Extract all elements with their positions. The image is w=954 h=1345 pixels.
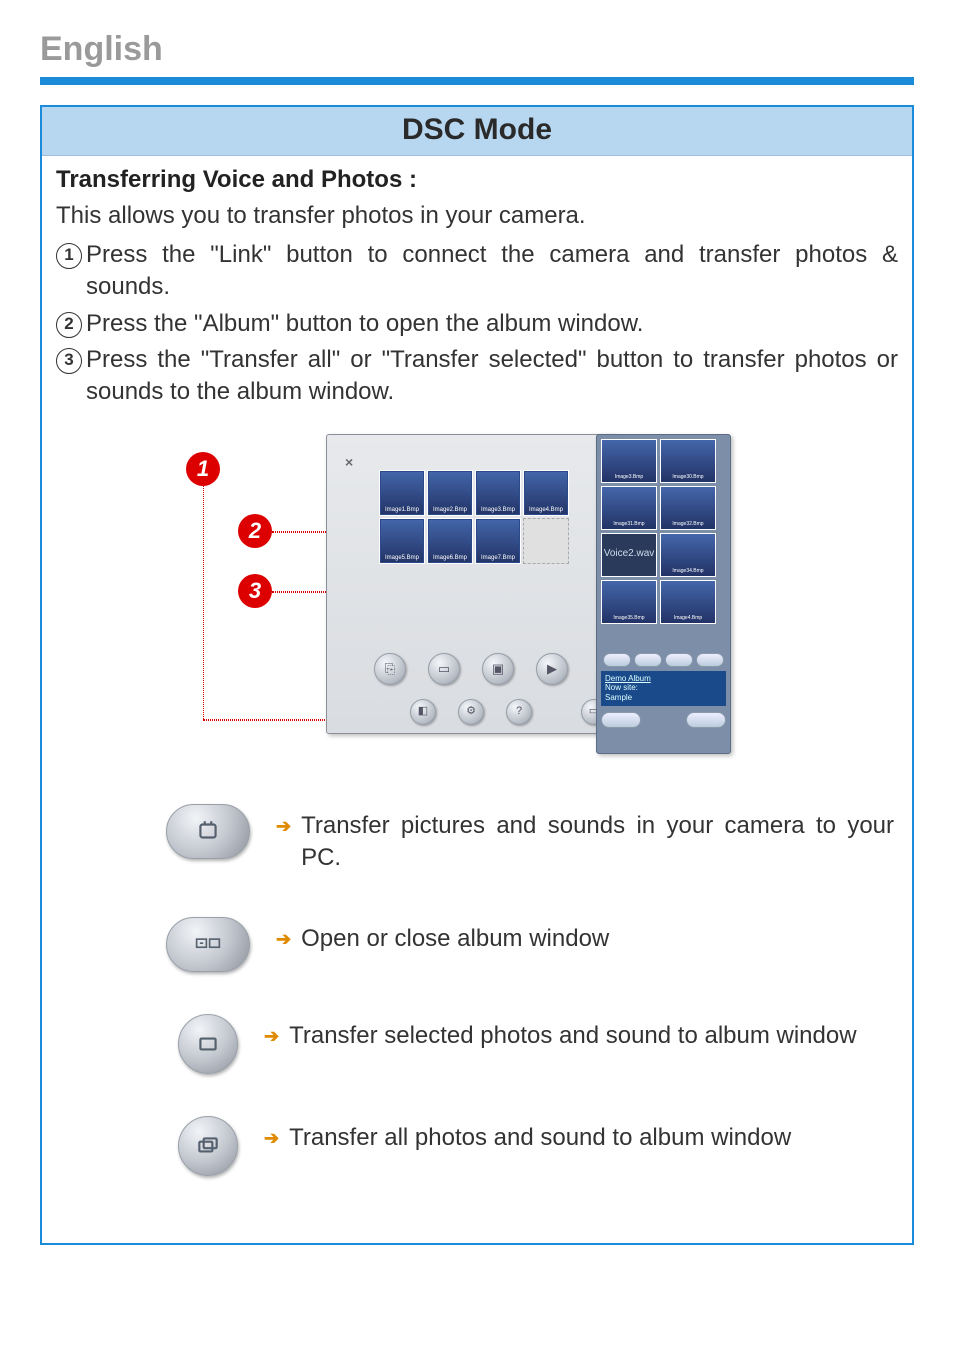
- panel-body: Transferring Voice and Photos : This all…: [42, 156, 912, 1206]
- step-1: 1 Press the "Link" button to connect the…: [56, 239, 898, 304]
- play-button[interactable]: ▶: [536, 653, 568, 685]
- album-pill-button[interactable]: [696, 653, 724, 667]
- legend-row-album: ➔ Open or close album window: [56, 917, 898, 972]
- transfer-all-glyph: [195, 1133, 221, 1159]
- intro-text: This allows you to transfer photos in yo…: [56, 200, 898, 232]
- panel-title: DSC Mode: [42, 107, 912, 156]
- thumbnail[interactable]: Image4.Bmp: [523, 470, 569, 516]
- album-oval-button[interactable]: [686, 712, 726, 728]
- legend-row-link: ➔ Transfer pictures and sounds in your c…: [56, 804, 898, 875]
- thumbnails-window: × Image1.Bmp Image2.Bmp Image3.Bmp Image…: [326, 434, 616, 734]
- album-thumbnail[interactable]: Image32.Bmp: [660, 486, 716, 530]
- control-row-bottom: ◧ ⚙ ? ▭: [327, 699, 615, 725]
- nav-button[interactable]: ◧: [410, 699, 436, 725]
- step-2: 2 Press the "Album" button to open the a…: [56, 308, 898, 340]
- thumbnail[interactable]: Image7.Bmp: [475, 518, 521, 564]
- thumbnail-empty: [523, 518, 569, 564]
- language-header: English: [40, 30, 914, 69]
- transfer-selected-glyph: [195, 1031, 221, 1057]
- legend-row-transfer-all: ➔ Transfer all photos and sound to album…: [56, 1116, 898, 1176]
- arrow-icon: ➔: [264, 1122, 279, 1150]
- step-3: 3 Press the "Transfer all" or "Transfer …: [56, 344, 898, 409]
- thumbnail[interactable]: Image3.Bmp: [475, 470, 521, 516]
- album-window: Image3.Bmp Image30.Bmp Image31.Bmp Image…: [596, 434, 731, 754]
- callout-3: 3: [238, 574, 272, 608]
- legend-text: Transfer selected photos and sound to al…: [289, 1020, 898, 1052]
- album-thumbnail[interactable]: Image34.Bmp: [660, 533, 716, 577]
- step-text: Press the "Album" button to open the alb…: [86, 308, 898, 340]
- content-panel: DSC Mode Transferring Voice and Photos :…: [40, 105, 914, 1245]
- album-thumbnail[interactable]: Image30.Bmp: [660, 439, 716, 483]
- album-oval-button[interactable]: [601, 712, 641, 728]
- step-number: 1: [56, 243, 82, 269]
- link-glyph: [195, 818, 221, 844]
- album-pill-button[interactable]: [603, 653, 631, 667]
- callout-1: 1: [186, 452, 220, 486]
- step-number: 3: [56, 348, 82, 374]
- arrow-icon: ➔: [276, 923, 291, 951]
- settings-button[interactable]: ⚙: [458, 699, 484, 725]
- legend-text: Transfer pictures and sounds in your cam…: [301, 810, 898, 875]
- step-text: Press the "Transfer all" or "Transfer se…: [86, 344, 898, 409]
- callout-2: 2: [238, 514, 272, 548]
- album-pill-button[interactable]: [665, 653, 693, 667]
- thumbnail[interactable]: Image5.Bmp: [379, 518, 425, 564]
- thumbnail-grid: Image1.Bmp Image2.Bmp Image3.Bmp Image4.…: [379, 470, 575, 564]
- album-button-row: [601, 653, 726, 667]
- album-title: Demo Album: [605, 674, 722, 684]
- transfer-all-button[interactable]: ▣: [482, 653, 514, 685]
- album-bottom-row: [601, 712, 726, 728]
- album-audio[interactable]: Voice2.wav: [601, 533, 657, 577]
- header-rule: [40, 77, 914, 85]
- legend-text: Open or close album window: [301, 923, 898, 955]
- step-text: Press the "Link" button to connect the c…: [86, 239, 898, 304]
- album-thumbnail[interactable]: Image4.Bmp: [660, 580, 716, 624]
- close-icon[interactable]: ×: [345, 453, 353, 472]
- help-button[interactable]: ?: [506, 699, 532, 725]
- section-subheading: Transferring Voice and Photos :: [56, 164, 898, 196]
- transfer-all-icon: [178, 1116, 238, 1176]
- album-thumbnail[interactable]: Image31.Bmp: [601, 486, 657, 530]
- step-number: 2: [56, 312, 82, 338]
- legend-row-transfer-selected: ➔ Transfer selected photos and sound to …: [56, 1014, 898, 1074]
- control-row-top: ⎘ ▭ ▣ ▶: [327, 653, 615, 685]
- leader-line: [203, 486, 204, 719]
- album-lines: Now site: Sample: [605, 683, 722, 702]
- thumbnail[interactable]: Image1.Bmp: [379, 470, 425, 516]
- album-label: Demo Album Now site: Sample: [601, 671, 726, 706]
- link-icon: [166, 804, 250, 859]
- legend: ➔ Transfer pictures and sounds in your c…: [56, 804, 898, 1176]
- thumbnail[interactable]: Image2.Bmp: [427, 470, 473, 516]
- legend-text: Transfer all photos and sound to album w…: [289, 1122, 898, 1154]
- transfer-selected-icon: [178, 1014, 238, 1074]
- album-glyph: [195, 931, 221, 957]
- album-pill-button[interactable]: [634, 653, 662, 667]
- arrow-icon: ➔: [264, 1020, 279, 1048]
- album-icon: [166, 917, 250, 972]
- album-thumbnail[interactable]: Image35.Bmp: [601, 580, 657, 624]
- figure: 1 2 3 × Image1.Bmp Image2.Bmp Image3.Bmp…: [56, 434, 898, 764]
- album-thumbnail[interactable]: Image3.Bmp: [601, 439, 657, 483]
- link-button[interactable]: ⎘: [374, 653, 406, 685]
- transfer-selected-button[interactable]: ▭: [428, 653, 460, 685]
- album-grid: Image3.Bmp Image30.Bmp Image31.Bmp Image…: [601, 439, 726, 649]
- thumbnail[interactable]: Image6.Bmp: [427, 518, 473, 564]
- arrow-icon: ➔: [276, 810, 291, 838]
